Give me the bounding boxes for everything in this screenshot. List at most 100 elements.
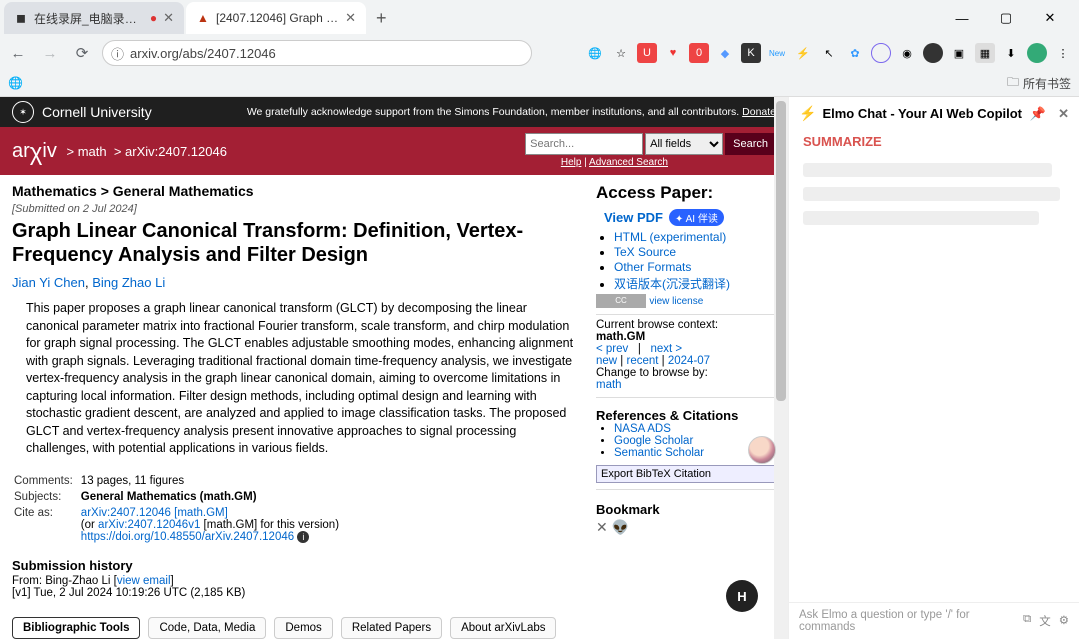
cc-license-icon[interactable]: CC — [596, 294, 646, 308]
ext-icon[interactable]: ◆ — [715, 43, 735, 63]
arxiv-logo[interactable]: arχiv — [12, 137, 57, 165]
breadcrumb: > math > arXiv:2407.12046 — [63, 144, 227, 159]
reddit-icon[interactable]: 👽 — [612, 519, 629, 535]
browser-chrome: ◼ 在线录屏_电脑录屏软件_1 ● ✕ ▲ [2407.12046] Graph… — [0, 0, 1079, 97]
maximize-button[interactable]: ▢ — [989, 4, 1023, 32]
ext-icon[interactable]: K — [741, 43, 761, 63]
new-link[interactable]: new — [596, 355, 617, 367]
tex-link[interactable]: TeX Source — [614, 245, 676, 259]
elmo-ext-icon[interactable]: ▦ — [975, 43, 995, 63]
search-field-select[interactable]: All fields — [645, 133, 723, 155]
semscholar-link[interactable]: Semantic Scholar — [614, 447, 704, 459]
donate-link[interactable]: Donate — [742, 106, 776, 118]
new-tab-button[interactable]: + — [368, 8, 395, 29]
ext-icon[interactable]: New — [767, 43, 787, 63]
summarize-button[interactable]: SUMMARIZE — [789, 130, 1079, 153]
label: Subjects: — [14, 490, 79, 504]
assistant-avatar-icon[interactable] — [748, 436, 776, 464]
ext-icon[interactable]: ✿ — [845, 43, 865, 63]
ext-icon[interactable]: 0 — [689, 43, 709, 63]
license-link[interactable]: view license — [649, 296, 703, 307]
month-link[interactable]: 2024-07 — [668, 355, 710, 367]
value: 13 pages, 11 figures — [81, 474, 345, 488]
settings-icon[interactable]: ⚙ — [1059, 613, 1069, 629]
floating-action-button[interactable]: H — [726, 580, 758, 612]
ext-icon[interactable]: U — [637, 43, 657, 63]
tab-bibtools[interactable]: Bibliographic Tools — [12, 617, 140, 639]
ack-text: We gratefully acknowledge support from t… — [247, 106, 739, 118]
ai-badge[interactable]: ✦ AI 伴读 — [669, 209, 724, 226]
prev-link[interactable]: < prev — [596, 343, 628, 355]
profile-icon[interactable] — [1027, 43, 1047, 63]
nasa-ads-link[interactable]: NASA ADS — [614, 423, 671, 435]
address-bar[interactable]: ⓘ arxiv.org/abs/2407.12046 — [102, 40, 532, 66]
tab-related[interactable]: Related Papers — [341, 617, 442, 639]
page-content: ✶ Cornell University We gratefully ackno… — [0, 97, 788, 639]
info-icon[interactable]: i — [297, 531, 309, 543]
site-info-icon[interactable]: ⓘ — [111, 44, 124, 63]
cite-link[interactable]: arXiv:2407.12046 [math.GM] — [81, 507, 228, 519]
scrollbar[interactable] — [774, 97, 788, 639]
menu-icon[interactable]: ⋮ — [1053, 43, 1073, 63]
search-input[interactable] — [525, 133, 643, 155]
minimize-button[interactable]: — — [945, 4, 979, 32]
close-icon[interactable]: ✕ — [345, 10, 356, 26]
close-icon[interactable]: ✕ — [1058, 106, 1069, 122]
context-cat: math.GM — [596, 331, 645, 343]
author-link[interactable]: Jian Yi Chen — [12, 275, 85, 290]
url-text: arxiv.org/abs/2407.12046 — [130, 46, 276, 61]
forward-button[interactable]: → — [38, 41, 62, 65]
view-email-link[interactable]: view email — [117, 575, 171, 587]
lang-icon[interactable]: 文 — [1039, 613, 1051, 629]
close-icon[interactable]: ✕ — [163, 10, 174, 26]
bookmark-bar: 🌐 🗀 所有书签 — [0, 70, 1079, 96]
elmo-input-row: Ask Elmo a question or type '/' for comm… — [789, 602, 1079, 639]
gscholar-link[interactable]: Google Scholar — [614, 435, 693, 447]
help-link[interactable]: Help — [561, 157, 582, 168]
math-link[interactable]: math — [596, 379, 622, 391]
close-window-button[interactable]: ✕ — [1033, 4, 1067, 32]
ext-icon[interactable]: ♥ — [663, 43, 683, 63]
bilingual-link[interactable]: 双语版本(沉浸式翻译) — [614, 277, 730, 291]
search-button[interactable]: Search — [725, 133, 776, 155]
tab-demos[interactable]: Demos — [274, 617, 332, 639]
bolt-icon[interactable]: ⚡ — [793, 43, 813, 63]
all-bookmarks-button[interactable]: 所有书签 — [1023, 75, 1071, 92]
bookmark-header: Bookmark — [596, 502, 776, 517]
bookmark-star-icon[interactable]: ☆ — [611, 43, 631, 63]
copy-icon[interactable]: ⧉ — [1023, 613, 1031, 629]
cursor-icon[interactable]: ↖ — [819, 43, 839, 63]
ext-icon[interactable] — [871, 43, 891, 63]
math-link[interactable]: math — [78, 144, 107, 159]
doi-link[interactable]: https://doi.org/10.48550/arXiv.2407.1204… — [81, 531, 294, 543]
cite-link[interactable]: arXiv:2407.12046v1 — [98, 519, 200, 531]
access-header: Access Paper: — [596, 183, 776, 203]
other-formats-link[interactable]: Other Formats — [614, 260, 691, 274]
download-icon[interactable]: ⬇ — [1001, 43, 1021, 63]
tab-code[interactable]: Code, Data, Media — [148, 617, 266, 639]
tab-labs[interactable]: About arXivLabs — [450, 617, 556, 639]
reload-button[interactable]: ⟳ — [70, 41, 94, 65]
html-link[interactable]: HTML (experimental) — [614, 230, 726, 244]
tab-2-active[interactable]: ▲ [2407.12046] Graph Linear C… ✕ — [186, 2, 366, 34]
translate-icon[interactable]: 🌐 — [585, 43, 605, 63]
author-link[interactable]: Bing Zhao Li — [92, 275, 165, 290]
tab-1[interactable]: ◼ 在线录屏_电脑录屏软件_1 ● ✕ — [4, 2, 184, 34]
adv-search-link[interactable]: Advanced Search — [589, 157, 668, 168]
recent-link[interactable]: recent — [627, 355, 659, 367]
next-link[interactable]: next > — [650, 343, 682, 355]
globe-icon[interactable]: 🌐 — [8, 76, 23, 90]
abstract: This paper proposes a graph linear canon… — [12, 300, 580, 458]
submitted-date: [Submitted on 2 Jul 2024] — [12, 203, 580, 215]
ext-icon[interactable]: ◉ — [897, 43, 917, 63]
export-bibtex-button[interactable]: Export BibTeX Citation — [596, 465, 776, 483]
pin-icon[interactable]: 📌 — [1030, 106, 1046, 122]
back-button[interactable]: ← — [6, 41, 30, 65]
ext-icon[interactable] — [923, 43, 943, 63]
elmo-input[interactable]: Ask Elmo a question or type '/' for comm… — [799, 609, 1023, 633]
scroll-thumb[interactable] — [776, 101, 786, 401]
ext-icon[interactable]: ▣ — [949, 43, 969, 63]
bibsonomy-icon[interactable]: ✕ — [596, 519, 608, 535]
elmo-title: Elmo Chat - Your AI Web Copilot — [822, 106, 1022, 121]
view-pdf-link[interactable]: View PDF — [604, 210, 663, 225]
